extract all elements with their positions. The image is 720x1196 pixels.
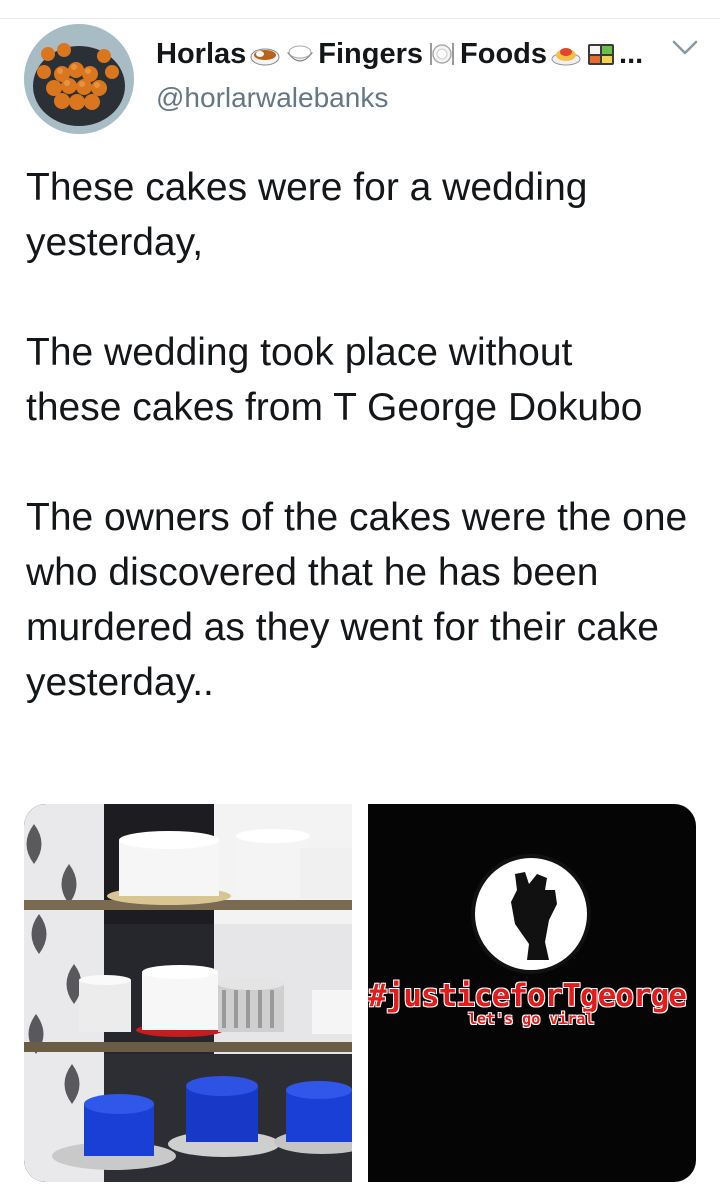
author-avatar[interactable]: [24, 24, 134, 134]
top-divider: [0, 18, 720, 19]
bento-box-emoji-icon: [588, 44, 615, 65]
tweet-paragraph-2: The wedding took place without these cak…: [26, 331, 643, 429]
paragraph-spacer: [26, 435, 706, 490]
name-ellipsis: ...: [619, 37, 644, 70]
chevron-down-icon[interactable]: [668, 34, 702, 62]
name-part-2: Fingers: [318, 37, 424, 70]
hashtag-text: #justiceforTgeorge: [368, 978, 687, 1014]
fork-knife-plate-emoji-icon: [430, 43, 455, 65]
tweet-paragraph-1: These cakes were for a wedding yesterday…: [26, 166, 588, 264]
author-handle[interactable]: @horlarwalebanks: [156, 82, 388, 114]
spaghetti-emoji-icon: [551, 48, 581, 66]
tweet-body: These cakes were for a wedding yesterday…: [26, 160, 706, 710]
rice-bowl-emoji-icon: [287, 45, 314, 62]
author-display-name[interactable]: Horlas Fingers Foods ...: [156, 34, 650, 74]
cakes-photo[interactable]: [24, 804, 352, 1182]
tweet-media-grid: #justiceforTgeorge let's go viral: [24, 804, 696, 1182]
avatar-image: [24, 24, 134, 134]
paragraph-spacer: [26, 270, 706, 325]
justice-graphic[interactable]: #justiceforTgeorge let's go viral: [368, 804, 696, 1182]
curry-rice-emoji-icon: [250, 48, 280, 66]
cakes-photo-image: [24, 804, 352, 1182]
tweet-paragraph-3: The owners of the cakes were the one who…: [26, 496, 688, 704]
name-part-3: Foods: [460, 37, 548, 70]
raised-fist-icon: [471, 854, 591, 974]
name-part-1: Horlas: [156, 37, 247, 70]
subtitle-text: let's go viral: [468, 1010, 595, 1028]
